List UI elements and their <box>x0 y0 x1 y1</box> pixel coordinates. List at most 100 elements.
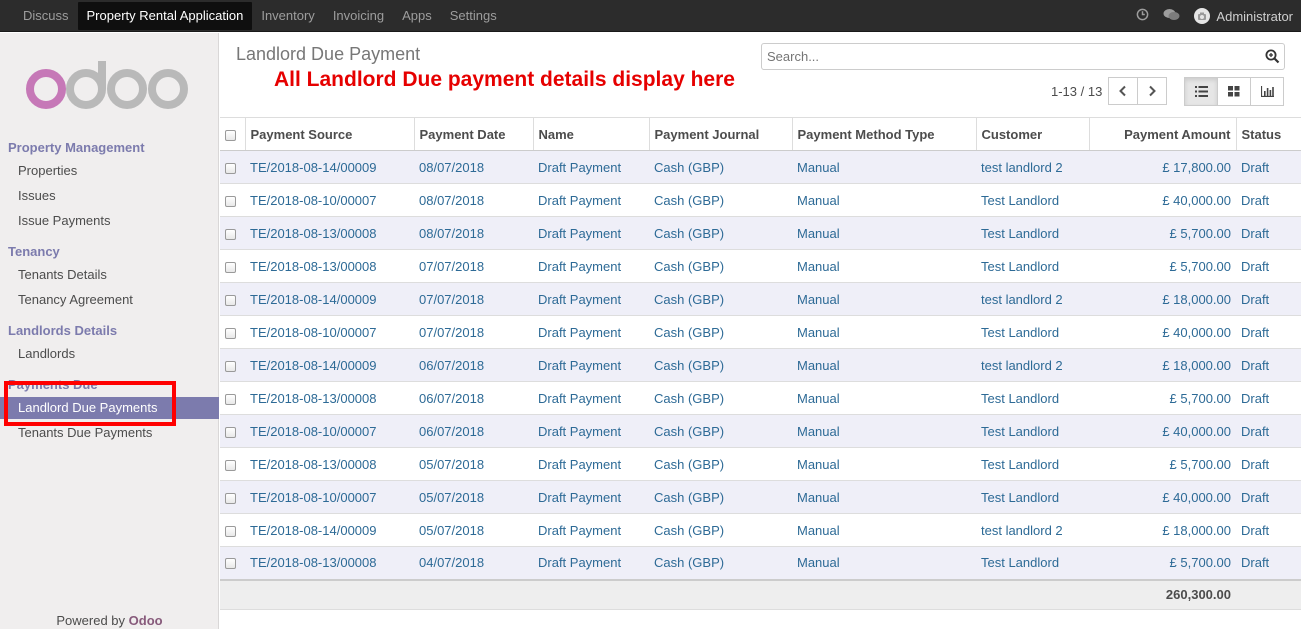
payment-source-cell[interactable]: TE/2018-08-13/00008 <box>245 447 414 481</box>
kanban-view-button[interactable] <box>1217 77 1251 106</box>
payment-name-cell[interactable]: Draft Payment <box>533 447 649 481</box>
row-checkbox[interactable] <box>225 525 236 537</box>
user-menu[interactable]: Administrator <box>1194 8 1293 24</box>
row-checkbox-cell[interactable] <box>220 282 245 316</box>
table-row[interactable]: TE/2018-08-13/00008 07/07/2018 Draft Payme… <box>220 249 1301 283</box>
payment-date-cell[interactable]: 05/07/2018 <box>414 447 533 481</box>
row-checkbox-cell[interactable] <box>220 216 245 250</box>
row-checkbox[interactable] <box>225 228 236 240</box>
customer-cell[interactable]: Test Landlord <box>976 216 1089 250</box>
payment-date-cell[interactable]: 07/07/2018 <box>414 315 533 349</box>
powered-by-link[interactable]: Odoo <box>129 613 163 628</box>
customer-cell[interactable]: Test Landlord <box>976 546 1089 580</box>
menu-settings[interactable]: Settings <box>441 2 506 30</box>
payment-journal-cell[interactable]: Cash (GBP) <box>649 513 792 547</box>
row-checkbox[interactable] <box>225 459 236 471</box>
row-checkbox-cell[interactable] <box>220 480 245 514</box>
select-all-checkbox[interactable] <box>225 129 236 141</box>
status-cell[interactable]: Draft <box>1236 381 1301 415</box>
sidebar-item-tenancy-agreement[interactable]: Tenancy Agreement <box>0 289 219 311</box>
status-cell[interactable]: Draft <box>1236 282 1301 316</box>
column-header[interactable]: Payment Amount <box>1089 117 1237 151</box>
payment-journal-cell[interactable]: Cash (GBP) <box>649 447 792 481</box>
table-row[interactable]: TE/2018-08-13/00008 06/07/2018 Draft Payme… <box>220 381 1301 415</box>
column-header[interactable]: Customer <box>976 117 1090 151</box>
table-row[interactable]: TE/2018-08-14/00009 06/07/2018 Draft Payme… <box>220 348 1301 382</box>
status-cell[interactable]: Draft <box>1236 348 1301 382</box>
customer-cell[interactable]: Test Landlord <box>976 480 1089 514</box>
payment-journal-cell[interactable]: Cash (GBP) <box>649 216 792 250</box>
column-header[interactable]: Status <box>1236 117 1301 151</box>
payment-amount-cell[interactable]: £ 5,700.00 <box>1089 249 1236 283</box>
row-checkbox[interactable] <box>225 558 236 570</box>
payment-amount-cell[interactable]: £ 5,700.00 <box>1089 216 1236 250</box>
search-icon[interactable] <box>1265 49 1280 67</box>
table-row[interactable]: TE/2018-08-10/00007 07/07/2018 Draft Payme… <box>220 315 1301 349</box>
row-checkbox[interactable] <box>225 195 236 207</box>
payment-amount-cell[interactable]: £ 40,000.00 <box>1089 480 1236 514</box>
payment-date-cell[interactable]: 06/07/2018 <box>414 414 533 448</box>
row-checkbox[interactable] <box>225 426 236 438</box>
search-input[interactable] <box>762 44 1242 69</box>
status-cell[interactable]: Draft <box>1236 249 1301 283</box>
select-all-checkbox-cell[interactable] <box>220 117 246 151</box>
payment-journal-cell[interactable]: Cash (GBP) <box>649 150 792 184</box>
payment-method-type-cell[interactable]: Manual <box>792 315 976 349</box>
payment-source-cell[interactable]: TE/2018-08-10/00007 <box>245 183 414 217</box>
graph-view-button[interactable] <box>1250 77 1284 106</box>
payment-method-type-cell[interactable]: Manual <box>792 183 976 217</box>
customer-cell[interactable]: test landlord 2 <box>976 513 1089 547</box>
payment-date-cell[interactable]: 05/07/2018 <box>414 480 533 514</box>
menu-apps[interactable]: Apps <box>393 2 441 30</box>
payment-amount-cell[interactable]: £ 5,700.00 <box>1089 546 1236 580</box>
payment-name-cell[interactable]: Draft Payment <box>533 150 649 184</box>
row-checkbox-cell[interactable] <box>220 381 245 415</box>
payment-amount-cell[interactable]: £ 40,000.00 <box>1089 315 1236 349</box>
row-checkbox[interactable] <box>225 360 236 372</box>
sidebar-item-properties[interactable]: Properties <box>0 160 219 182</box>
status-cell[interactable]: Draft <box>1236 315 1301 349</box>
payment-journal-cell[interactable]: Cash (GBP) <box>649 480 792 514</box>
payment-journal-cell[interactable]: Cash (GBP) <box>649 315 792 349</box>
payment-date-cell[interactable]: 07/07/2018 <box>414 282 533 316</box>
sidebar-item-issues[interactable]: Issues <box>0 185 219 207</box>
payment-name-cell[interactable]: Draft Payment <box>533 414 649 448</box>
payment-name-cell[interactable]: Draft Payment <box>533 282 649 316</box>
payment-source-cell[interactable]: TE/2018-08-10/00007 <box>245 480 414 514</box>
pager-previous-button[interactable] <box>1108 77 1138 105</box>
status-cell[interactable]: Draft <box>1236 513 1301 547</box>
row-checkbox-cell[interactable] <box>220 546 245 580</box>
chat-icon[interactable] <box>1163 8 1180 25</box>
customer-cell[interactable]: test landlord 2 <box>976 282 1089 316</box>
payment-method-type-cell[interactable]: Manual <box>792 381 976 415</box>
payment-journal-cell[interactable]: Cash (GBP) <box>649 414 792 448</box>
payment-name-cell[interactable]: Draft Payment <box>533 381 649 415</box>
menu-invoicing[interactable]: Invoicing <box>324 2 393 30</box>
customer-cell[interactable]: test landlord 2 <box>976 348 1089 382</box>
payment-source-cell[interactable]: TE/2018-08-14/00009 <box>245 282 414 316</box>
payment-method-type-cell[interactable]: Manual <box>792 150 976 184</box>
payment-amount-cell[interactable]: £ 18,000.00 <box>1089 282 1236 316</box>
menu-property-rental-application[interactable]: Property Rental Application <box>77 2 253 30</box>
payment-journal-cell[interactable]: Cash (GBP) <box>649 381 792 415</box>
customer-cell[interactable]: test landlord 2 <box>976 150 1089 184</box>
customer-cell[interactable]: Test Landlord <box>976 183 1089 217</box>
customer-cell[interactable]: Test Landlord <box>976 414 1089 448</box>
status-cell[interactable]: Draft <box>1236 480 1301 514</box>
row-checkbox[interactable] <box>225 327 236 339</box>
sidebar-item-landlord-due-payments[interactable]: Landlord Due Payments <box>0 397 219 419</box>
payment-amount-cell[interactable]: £ 40,000.00 <box>1089 414 1236 448</box>
payment-source-cell[interactable]: TE/2018-08-13/00008 <box>245 546 414 580</box>
row-checkbox-cell[interactable] <box>220 150 245 184</box>
pager-next-button[interactable] <box>1137 77 1167 105</box>
row-checkbox[interactable] <box>225 393 236 405</box>
customer-cell[interactable]: Test Landlord <box>976 447 1089 481</box>
table-row[interactable]: TE/2018-08-14/00009 07/07/2018 Draft Payme… <box>220 282 1301 316</box>
row-checkbox-cell[interactable] <box>220 513 245 547</box>
payment-amount-cell[interactable]: £ 18,000.00 <box>1089 348 1236 382</box>
payment-name-cell[interactable]: Draft Payment <box>533 513 649 547</box>
payment-source-cell[interactable]: TE/2018-08-10/00007 <box>245 315 414 349</box>
payment-method-type-cell[interactable]: Manual <box>792 480 976 514</box>
payment-journal-cell[interactable]: Cash (GBP) <box>649 249 792 283</box>
payment-name-cell[interactable]: Draft Payment <box>533 315 649 349</box>
